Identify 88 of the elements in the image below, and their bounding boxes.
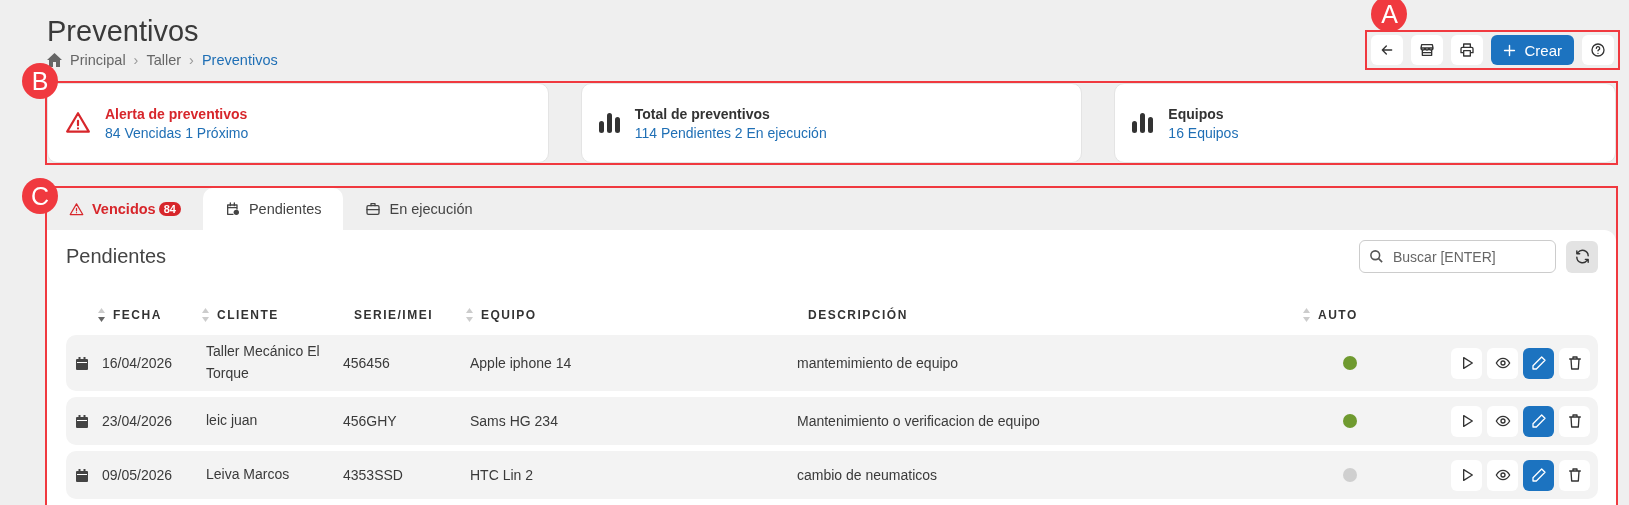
table-cell-text: mantemimiento de equipo [796, 355, 960, 371]
table-cell-text: HTC Lin 2 [469, 467, 535, 483]
pencil-icon [1530, 413, 1547, 429]
breadcrumb-link[interactable]: Taller [146, 52, 182, 68]
breadcrumb-separator: › [189, 52, 194, 68]
edit-button[interactable] [1523, 459, 1554, 491]
table-row[interactable]: 09/05/2026 Leiva Marcos 4353SSD HTC Lin 2 cambio de neumaticos [66, 451, 1598, 499]
eye-icon [1494, 467, 1511, 483]
table-cell-text: 16/04/2026 [101, 355, 174, 371]
breadcrumb-separator: › [133, 52, 139, 68]
eye-icon [1494, 413, 1511, 429]
table-cell-text: Apple iphone 14 [469, 355, 573, 371]
warning-icon [69, 201, 84, 217]
breadcrumb-link[interactable]: Principal [70, 52, 126, 68]
pencil-icon [1530, 467, 1547, 483]
table-cell-text: Taller Mecánico El Torque [205, 342, 321, 383]
delete-button[interactable] [1559, 347, 1590, 379]
delete-button[interactable] [1559, 459, 1590, 491]
table-cell-text: 456GHY [342, 413, 398, 429]
column-header[interactable]: FECHA [113, 308, 162, 322]
table-cell-text: 09/05/2026 [101, 467, 174, 483]
view-button[interactable] [1487, 459, 1518, 491]
print-button[interactable] [1451, 35, 1484, 65]
printer-icon [1459, 42, 1476, 58]
card-title: Alerta de preventivos [105, 105, 249, 122]
table-row[interactable]: 23/04/2026 leic juan 456GHY Sams HG 234 Mantenimiento o verificacion de equipo [66, 397, 1598, 445]
table-cell-text: 456456 [342, 355, 391, 371]
view-button[interactable] [1487, 405, 1518, 437]
home-icon [47, 53, 62, 67]
store-button[interactable] [1411, 35, 1444, 65]
briefcase-icon [365, 201, 382, 217]
card-summary[interactable]: 84 Vencidas 1 Próximo [105, 124, 249, 141]
tab[interactable]: Vencidos 84 [59, 188, 203, 230]
store-icon [1419, 42, 1436, 58]
edit-button[interactable] [1523, 347, 1554, 379]
back-button[interactable] [1371, 35, 1404, 65]
count-badge: 84 [158, 202, 181, 216]
table-cell-text: leic juan [205, 411, 259, 431]
trash-icon [1566, 413, 1583, 429]
breadcrumb-link[interactable]: Preventivos [201, 52, 278, 68]
play-button[interactable] [1451, 405, 1482, 437]
callout-badge: A [1371, 0, 1408, 32]
card-title: Equipos [1168, 105, 1225, 122]
column-header: DESCRIPCIÓN [808, 308, 908, 322]
warning-icon [65, 110, 91, 136]
callout-badge: C [22, 178, 58, 214]
column-header[interactable]: AUTO [1318, 308, 1358, 322]
create-button[interactable]: Crear [1491, 35, 1574, 65]
callout-badge: B [22, 63, 58, 99]
table-cell-text: cambio de neumaticos [796, 467, 939, 483]
card-title: Total de preventivos [634, 105, 771, 122]
search-icon [1369, 249, 1384, 264]
edit-button[interactable] [1523, 405, 1554, 437]
help-button[interactable] [1582, 35, 1614, 65]
play-button[interactable] [1451, 347, 1482, 379]
play-button[interactable] [1451, 459, 1482, 491]
calendar-icon [76, 356, 88, 370]
search-field[interactable]: Buscar [ENTER] [1359, 240, 1556, 273]
card-summary[interactable]: 114 Pendientes 2 En ejecución [634, 124, 827, 141]
pencil-icon [1530, 355, 1547, 371]
sort-icon[interactable] [98, 308, 105, 322]
trash-icon [1566, 355, 1583, 371]
delete-button[interactable] [1559, 405, 1590, 437]
calendar-icon [76, 414, 88, 428]
refresh-icon [1573, 248, 1591, 265]
trash-icon [1566, 467, 1583, 483]
table-cell-text: 4353SSD [342, 467, 404, 483]
panel-heading: Pendientes [66, 245, 167, 268]
column-header[interactable]: EQUIPO [481, 308, 537, 322]
column-header: SERIE/IMEI [354, 308, 433, 322]
table-cell-text: Leiva Marcos [205, 465, 291, 485]
refresh-button[interactable] [1566, 240, 1598, 273]
help-icon [1590, 42, 1606, 58]
bar-chart-icon [598, 113, 621, 133]
tab[interactable]: Pendientes [202, 188, 344, 230]
table-cell-text: Mantenimiento o verificacion de equipo [796, 413, 1041, 429]
table-row[interactable]: 16/04/2026 Taller Mecánico El Torque 456456 Apple iphone 14 mantemimiento de equipo [66, 335, 1598, 391]
calendar-icon [76, 468, 88, 482]
bar-chart-icon [1132, 113, 1155, 133]
table-cell-text: Sams HG 234 [469, 413, 559, 429]
tab[interactable]: En ejecución [343, 188, 495, 230]
view-button[interactable] [1487, 347, 1518, 379]
card-summary[interactable]: 16 Equipos [1168, 124, 1239, 141]
column-header[interactable]: CLIENTE [217, 308, 279, 322]
table-cell-text: 23/04/2026 [101, 413, 174, 429]
eye-icon [1494, 355, 1511, 371]
calendar-clock-icon [224, 201, 241, 217]
page-title: Preventivos [47, 14, 200, 49]
